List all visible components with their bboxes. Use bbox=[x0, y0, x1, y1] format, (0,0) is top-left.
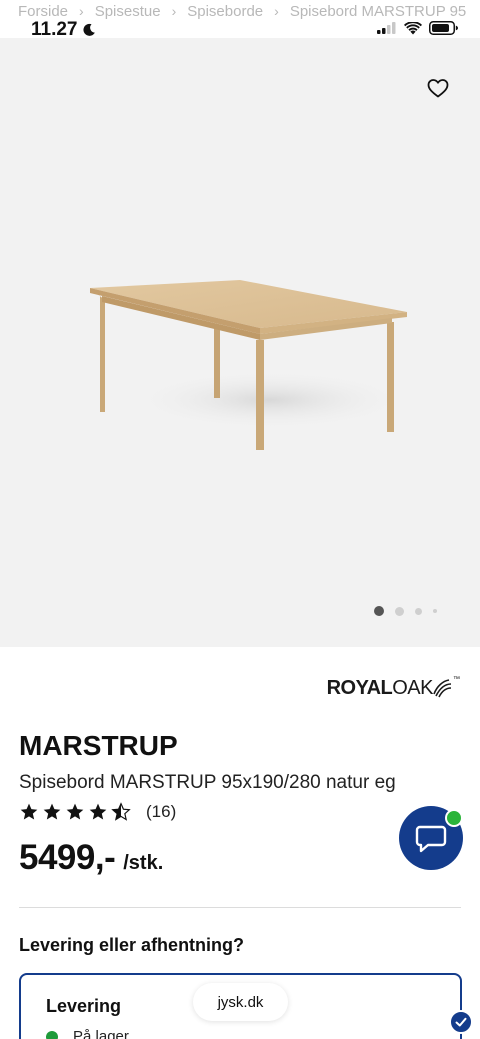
product-image bbox=[90, 280, 410, 450]
status-icons bbox=[377, 21, 458, 35]
wifi-icon bbox=[404, 21, 422, 34]
price-amount: 5499,- bbox=[19, 838, 116, 877]
review-count[interactable]: (16) bbox=[146, 802, 176, 822]
heart-icon bbox=[427, 79, 449, 98]
gallery-dot[interactable] bbox=[374, 606, 384, 616]
star-half-icon bbox=[111, 802, 131, 821]
star-full-icon bbox=[43, 803, 61, 820]
product-title: MARSTRUP bbox=[19, 730, 178, 761]
cellular-signal-icon bbox=[377, 22, 396, 34]
gallery-dot[interactable] bbox=[433, 609, 437, 613]
delivery-option-title: Levering bbox=[46, 996, 122, 1016]
brand-swirl-icon bbox=[433, 679, 452, 698]
price-unit: /stk. bbox=[123, 852, 164, 874]
stock-indicator-icon bbox=[46, 1030, 58, 1039]
checkmark-icon bbox=[455, 1017, 467, 1027]
gallery-dot[interactable] bbox=[415, 607, 422, 615]
browser-url-bar[interactable]: jysk.dk bbox=[193, 983, 288, 1021]
stock-label: På lager bbox=[73, 1028, 129, 1039]
brand-logo-text-oak: OAK bbox=[392, 676, 433, 699]
selected-check-icon bbox=[449, 1010, 473, 1034]
chat-online-indicator bbox=[445, 809, 463, 827]
moon-icon bbox=[82, 23, 95, 36]
status-time: 11.27 bbox=[31, 19, 78, 40]
delivery-heading: Levering eller afhentning? bbox=[19, 935, 245, 955]
star-full-icon bbox=[20, 803, 38, 820]
chat-bubble-icon bbox=[415, 825, 447, 853]
section-divider bbox=[19, 907, 461, 908]
gallery-pagination bbox=[374, 606, 437, 616]
brand-trademark: ™ bbox=[453, 676, 460, 683]
stock-status: På lager bbox=[46, 1028, 129, 1039]
brand-logo-text-royal: ROYAL bbox=[326, 676, 393, 699]
product-rating[interactable]: (16) bbox=[19, 802, 176, 822]
status-bar: 11.27 bbox=[0, 14, 480, 44]
star-full-icon bbox=[66, 803, 84, 820]
product-subtitle: Spisebord MARSTRUP 95x190/280 natur eg bbox=[19, 772, 396, 793]
status-time-group: 11.27 bbox=[31, 19, 96, 41]
browser-url-text: jysk.dk bbox=[217, 993, 264, 1011]
product-image-gallery[interactable] bbox=[0, 38, 480, 647]
product-price: 5499,- /stk. bbox=[19, 838, 163, 878]
battery-icon bbox=[429, 21, 458, 35]
star-full-icon bbox=[89, 803, 107, 820]
brand-logo[interactable]: ROYAL OAK ™ bbox=[327, 676, 460, 700]
gallery-dot[interactable] bbox=[395, 606, 404, 616]
favorite-button[interactable] bbox=[426, 76, 450, 100]
